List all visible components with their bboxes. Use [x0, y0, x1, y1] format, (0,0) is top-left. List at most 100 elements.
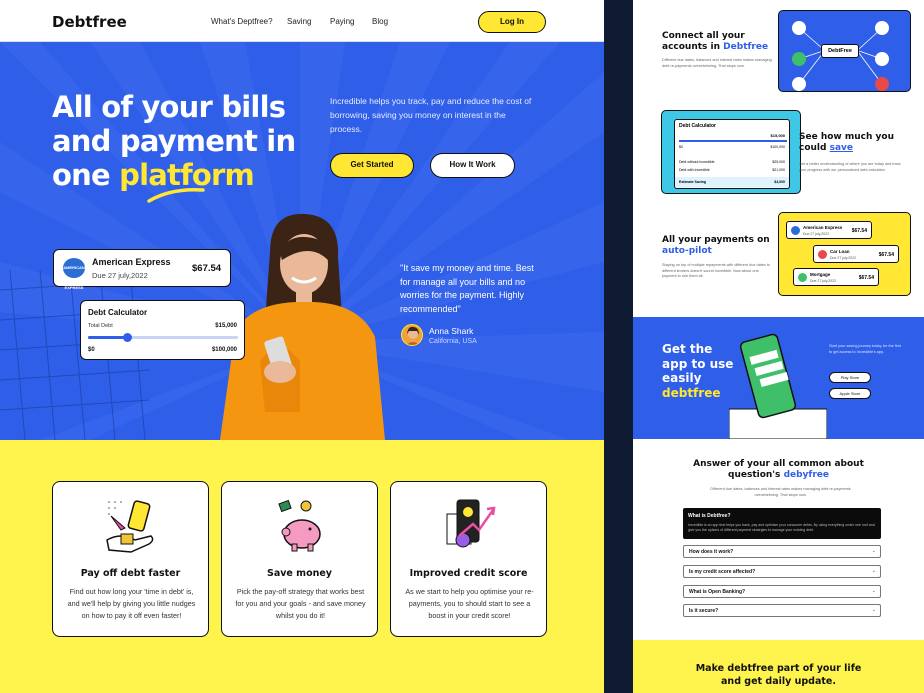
payment-card-amex: American Express Due 27 july,2022 $67.54: [786, 221, 872, 239]
app-title-line3: easily: [662, 371, 702, 385]
debtfree-hub: DebtFree: [821, 44, 859, 58]
testimonial-location: California, USA: [429, 338, 477, 345]
payment-due: Due 27 july,2022: [830, 256, 857, 260]
landing-page-preview: Connect all your accounts in Debtfree Di…: [633, 0, 924, 693]
feature-description: Find out how long your 'time in debt' is…: [67, 587, 196, 620]
connect-title-line2: accounts in: [662, 42, 724, 52]
autopilot-title: All your payments on auto-pilot: [662, 235, 770, 257]
card-due-date: Due 27 july,2022: [92, 271, 148, 280]
app-title: Get the app to use easily debtfree: [662, 342, 733, 400]
feature-card-save-money: Save money Pick the pay-off strategy tha…: [221, 481, 378, 637]
faq-title-highlight: debyfree: [783, 470, 829, 480]
connect-title: Connect all your accounts in Debtfree: [662, 31, 768, 53]
calc-row-value: $25,000: [772, 160, 785, 164]
faq-title-line2: question's: [728, 470, 784, 480]
faq-item-open[interactable]: What is Debtfree? Incredible is an app t…: [683, 508, 881, 539]
total-debt-label: Total Debt: [88, 323, 113, 329]
debt-calculator-card: Debt Calculator Total Debt $15,000 $0 $1…: [80, 300, 245, 360]
apple-store-button[interactable]: Apple Store: [829, 388, 871, 399]
mini-calc-title: Debt Calculator: [679, 123, 716, 129]
nav-link-blog[interactable]: Blog: [372, 17, 388, 26]
testimonial-avatar: [401, 324, 423, 346]
mini-calc-min-label: $0: [679, 145, 683, 149]
nav-link-paying[interactable]: Paying: [330, 17, 354, 26]
payment-card-car-loan: Car Loan Due 27 july,2022 $67.54: [813, 245, 899, 263]
how-it-work-button[interactable]: How It Work: [430, 153, 515, 178]
feature-title: Save money: [266, 568, 333, 579]
debt-slider[interactable]: [88, 333, 238, 342]
payment-amount: $67.54: [858, 275, 874, 281]
app-title-line1: Get the: [662, 342, 713, 356]
features-section: Pay off debt faster Find out how long yo…: [0, 440, 604, 693]
logo[interactable]: Debtfree: [52, 13, 127, 31]
payment-due: Due 27 july,2022: [803, 232, 830, 236]
nav-link-saving[interactable]: Saving: [287, 17, 311, 26]
feature-title: Improved credit score: [409, 568, 528, 579]
login-button[interactable]: Log In: [478, 11, 546, 33]
cta-text: Make debtfree part of your life and get …: [633, 662, 924, 688]
piggy-bank-icon: [278, 499, 321, 552]
calc-row-label: Debt without Incredible: [679, 160, 715, 164]
faq-item[interactable]: What is Open Banking? ⌄: [683, 585, 881, 598]
card-icon: [875, 77, 889, 91]
cart-icon: [875, 52, 889, 66]
calc-row-label: Debt with Incredible: [679, 168, 710, 172]
feature-card-credit-score: Improved credit score As we start to hel…: [390, 481, 547, 637]
calculator-title: Debt Calculator: [88, 308, 148, 317]
faq-question: Is my credit score affected?: [689, 569, 756, 575]
faq-title: Answer of your all common about question…: [633, 459, 924, 481]
faq-item[interactable]: Is it secure? ⌄: [683, 604, 881, 617]
connect-description: Different due dates, balances and intere…: [662, 58, 772, 68]
calc-row-value: $4,000: [774, 180, 785, 184]
faq-subtitle: Different due dates, balances and intere…: [710, 487, 851, 497]
cta-section: Make debtfree part of your life and get …: [633, 640, 924, 693]
debt-slider-fill: [88, 336, 127, 339]
landing-page-main: Debtfree What's Deptfree? Saving Paying …: [0, 0, 604, 693]
payment-name: Car Loan: [830, 249, 850, 254]
slider-max-label: $100,000: [211, 347, 237, 353]
hand-coin-icon: [106, 500, 154, 553]
app-title-highlight: debtfree: [662, 385, 721, 400]
chevron-down-icon: ⌄: [871, 607, 876, 613]
feature-description: As we start to help you optimise your re…: [405, 587, 534, 620]
save-title-line1: See how much you: [799, 132, 894, 142]
save-description: Get a better understanding of where you …: [799, 162, 901, 172]
faq-item[interactable]: Is my credit score affected? ⌄: [683, 565, 881, 578]
testimonial-quote: "It save my money and time. Best for man…: [400, 263, 534, 314]
payment-due: Due 27 july,2022: [810, 279, 837, 283]
car-icon: [818, 250, 827, 259]
faq-question: What is Open Banking?: [689, 589, 746, 595]
amex-logo-icon: [791, 226, 800, 235]
phone-mockup-illustration: [729, 333, 827, 439]
play-store-button[interactable]: Play Store: [829, 372, 871, 383]
american-express-card[interactable]: AMERICAN EXPRESS American Express Due 27…: [53, 249, 231, 290]
save-title-highlight: save: [829, 143, 853, 153]
nav-link-whats-debtfree[interactable]: What's Deptfree?: [211, 17, 273, 26]
cta-line2: and get daily update.: [721, 676, 836, 687]
feature-card-pay-off: Pay off debt faster Find out how long yo…: [52, 481, 209, 637]
autopilot-title-line1: All your payments on: [662, 235, 770, 245]
debt-slider-handle[interactable]: [122, 333, 132, 342]
top-navbar: Debtfree What's Deptfree? Saving Paying …: [0, 0, 604, 42]
card-name: American Express: [92, 257, 171, 267]
percent-icon: [792, 77, 806, 91]
calc-row-label: Estimate Saving: [679, 180, 707, 184]
faq-question: How does it work?: [689, 549, 734, 555]
get-app-section: Get the app to use easily debtfree Start…: [633, 317, 924, 439]
card-amount: $67.54: [192, 263, 222, 274]
testimonial-name: Anna Shark: [429, 326, 474, 336]
amex-logo: AMERICAN EXPRESS: [63, 258, 85, 290]
payment-amount: $67.54: [851, 228, 867, 234]
chevron-down-icon: ⌄: [871, 588, 876, 594]
save-title: See how much you could save: [799, 132, 894, 154]
autopilot-description: Staying on top of multiple repayments wi…: [662, 263, 770, 278]
get-started-button[interactable]: Get Started: [330, 153, 414, 178]
faq-answer: Incredible is an app that helps you trac…: [688, 523, 875, 532]
faq-item[interactable]: How does it work? ⌄: [683, 545, 881, 558]
slider-min-label: $0: [88, 347, 95, 353]
hero-title: All of your bills and payment in one pla…: [52, 90, 322, 192]
cta-line1: Make debtfree part of your life: [695, 663, 862, 674]
home-icon: [798, 273, 807, 282]
mini-calculator-card: Debt Calculator $15,000 $0 $100,000 Debt…: [674, 119, 790, 189]
payment-amount: $67.54: [878, 252, 894, 258]
